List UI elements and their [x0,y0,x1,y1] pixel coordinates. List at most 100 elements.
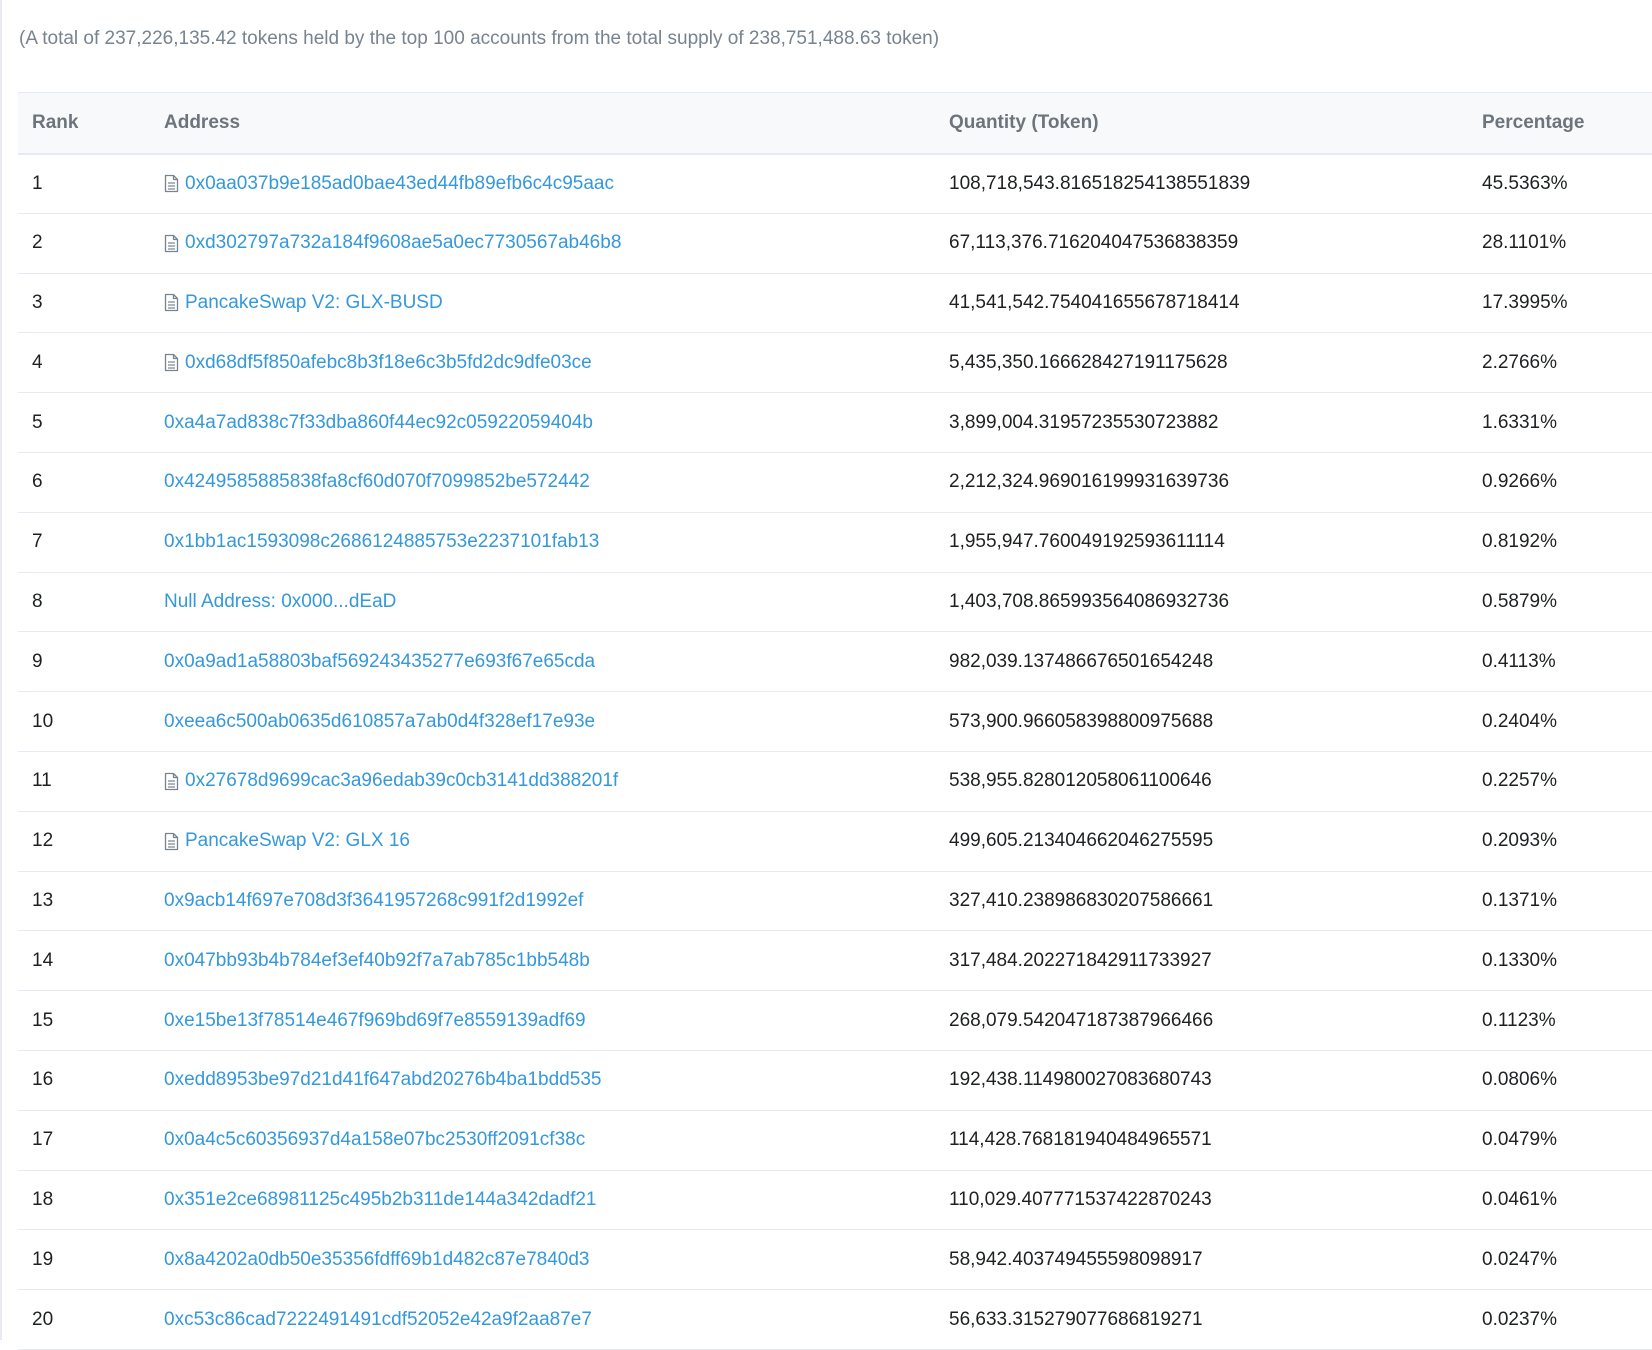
quantity-cell: 3,899,004.31957235530723882 [935,392,1468,453]
holder-address-link[interactable]: 0x351e2ce68981125c495b2b311de144a342dadf… [164,1189,597,1211]
contract-document-icon [164,294,179,312]
table-body: 1 0x0aa037b9e185ad0bae43ed44fb89efb6c4c95… [18,153,1652,1350]
rank-cell: 17 [18,1110,150,1171]
holder-address-link[interactable]: 0xd68df5f850afebc8b3f18e6c3b5fd2dc9dfe03… [185,352,592,374]
percentage-cell: 0.1123% [1468,990,1652,1051]
address-cell: Null Address: 0x000...dEaD [150,572,935,633]
address-cell: 0x27678d9699cac3a96edab39c0cb3141dd38820… [150,751,935,812]
contract-document-icon [164,772,179,791]
percentage-cell: 2.2766% [1468,332,1652,394]
percentage-cell: 0.1330% [1468,930,1652,992]
quantity-cell: 67,113,376.716204047536838359 [935,213,1468,274]
percentage-cell: 28.1101% [1468,213,1652,274]
holder-address-link[interactable]: 0x9acb14f697e708d3f3641957268c991f2d1992… [164,890,583,912]
contract-document-icon [164,354,179,372]
holder-address-link[interactable]: 0xd302797a732a184f9608ae5a0ec7730567ab46… [185,232,621,254]
address-wrapper: 0x0a9ad1a58803baf569243435277e693f67e65c… [164,651,935,673]
table-row: 13 0x9acb14f697e708d3f3641957268c991f2d19… [18,871,1652,932]
rank-cell: 2 [18,213,150,274]
address-wrapper: Null Address: 0x000...dEaD [164,591,935,613]
rank-cell: 8 [18,572,150,633]
holder-address-link[interactable]: 0xc53c86cad7222491491cdf52052e42a9f2aa87… [164,1309,592,1331]
quantity-cell: 499,605.213404662046275595 [935,811,1468,872]
table-row: 7 0x1bb1ac1593098c2686124885753e2237101fa… [18,512,1652,573]
address-wrapper: 0xd302797a732a184f9608ae5a0ec7730567ab46… [164,232,935,254]
table-row: 10 0xeea6c500ab0635d610857a7ab0d4f328ef17… [18,691,1652,752]
page-left-border [0,0,2,1340]
percentage-cell: 0.2093% [1468,811,1652,872]
address-cell: 0x1bb1ac1593098c2686124885753e2237101fab… [150,512,935,573]
quantity-column-header: Quantity (Token) [935,92,1468,155]
percentage-cell: 0.0247% [1468,1229,1652,1291]
holder-address-link[interactable]: PancakeSwap V2: GLX-BUSD [185,292,443,314]
quantity-cell: 573,900.966058398800975688 [935,691,1468,752]
rank-cell: 20 [18,1289,150,1350]
percentage-column-header: Percentage [1468,92,1652,155]
table-row: 12 PancakeSwap V2: GLX 16 499,605.21340466… [18,811,1652,872]
holder-address-link[interactable]: 0xe15be13f78514e467f969bd69f7e8559139adf… [164,1010,586,1032]
table-row: 14 0x047bb93b4b784ef3ef40b92f7a7ab785c1bb… [18,930,1652,992]
holder-address-link[interactable]: 0x27678d9699cac3a96edab39c0cb3141dd38820… [185,770,618,792]
holder-address-link[interactable]: 0xedd8953be97d21d41f647abd20276b4ba1bdd5… [164,1069,601,1091]
quantity-cell: 268,079.542047187387966466 [935,990,1468,1051]
table-row: 6 0x4249585885838fa8cf60d070f7099852be572… [18,452,1652,513]
table-row: 3 PancakeSwap V2: GLX-BUSD 41,541,542.7540… [18,273,1652,334]
percentage-cell: 0.0461% [1468,1170,1652,1231]
holder-address-link[interactable]: 0x0aa037b9e185ad0bae43ed44fb89efb6c4c95a… [185,173,614,195]
percentage-cell: 0.5879% [1468,572,1652,633]
percentage-cell: 45.5363% [1468,153,1652,214]
holder-address-link[interactable]: PancakeSwap V2: GLX 16 [185,830,410,852]
holder-address-link[interactable]: 0x1bb1ac1593098c2686124885753e2237101fab… [164,531,599,553]
address-cell: 0x047bb93b4b784ef3ef40b92f7a7ab785c1bb54… [150,930,935,992]
address-cell: 0x9acb14f697e708d3f3641957268c991f2d1992… [150,871,935,932]
table-row: 5 0xa4a7ad838c7f33dba860f44ec92c059220594… [18,392,1652,453]
holder-address-link[interactable]: 0x8a4202a0db50e35356fdff69b1d482c87e7840… [164,1249,589,1271]
table-row: 2 0xd302797a732a184f9608ae5a0ec7730567ab4… [18,213,1652,274]
address-cell: 0xeea6c500ab0635d610857a7ab0d4f328ef17e9… [150,691,935,752]
percentage-cell: 17.3995% [1468,273,1652,334]
rank-cell: 5 [18,392,150,453]
rank-cell: 4 [18,332,150,394]
quantity-cell: 108,718,543.816518254138551839 [935,153,1468,214]
address-wrapper: 0x4249585885838fa8cf60d070f7099852be5724… [164,471,935,493]
address-cell: 0x351e2ce68981125c495b2b311de144a342dadf… [150,1170,935,1231]
address-wrapper: 0xe15be13f78514e467f969bd69f7e8559139adf… [164,1010,935,1032]
percentage-cell: 0.2257% [1468,751,1652,812]
table-row: 9 0x0a9ad1a58803baf569243435277e693f67e65… [18,631,1652,693]
quantity-cell: 41,541,542.754041655678718414 [935,273,1468,334]
table-row: 20 0xc53c86cad7222491491cdf52052e42a9f2aa… [18,1289,1652,1350]
address-cell: 0xd302797a732a184f9608ae5a0ec7730567ab46… [150,213,935,274]
rank-cell: 13 [18,871,150,932]
rank-cell: 9 [18,631,150,693]
holder-address-link[interactable]: 0x0a4c5c60356937d4a158e07bc2530ff2091cf3… [164,1129,585,1151]
table-row: 17 0x0a4c5c60356937d4a158e07bc2530ff2091c… [18,1110,1652,1171]
address-wrapper: PancakeSwap V2: GLX-BUSD [164,292,935,314]
address-wrapper: PancakeSwap V2: GLX 16 [164,830,935,852]
address-cell: 0xd68df5f850afebc8b3f18e6c3b5fd2dc9dfe03… [150,332,935,394]
percentage-cell: 0.8192% [1468,512,1652,573]
holder-address-link[interactable]: 0x4249585885838fa8cf60d070f7099852be5724… [164,471,590,493]
table-row: 1 0x0aa037b9e185ad0bae43ed44fb89efb6c4c95… [18,153,1652,214]
rank-cell: 15 [18,990,150,1051]
address-cell: 0xc53c86cad7222491491cdf52052e42a9f2aa87… [150,1289,935,1350]
address-wrapper: 0x0aa037b9e185ad0bae43ed44fb89efb6c4c95a… [164,173,935,195]
quantity-cell: 110,029.407771537422870243 [935,1170,1468,1231]
contract-document-icon [164,234,179,252]
table-row: 16 0xedd8953be97d21d41f647abd20276b4ba1bd… [18,1050,1652,1111]
holder-address-link[interactable]: Null Address: 0x000...dEaD [164,591,396,613]
address-wrapper: 0x1bb1ac1593098c2686124885753e2237101fab… [164,531,935,553]
quantity-cell: 1,955,947.760049192593611114 [935,512,1468,573]
holder-address-link[interactable]: 0x047bb93b4b784ef3ef40b92f7a7ab785c1bb54… [164,950,590,972]
percentage-cell: 1.6331% [1468,392,1652,453]
holder-address-link[interactable]: 0x0a9ad1a58803baf569243435277e693f67e65c… [164,651,595,673]
holder-address-link[interactable]: 0xa4a7ad838c7f33dba860f44ec92c0592205940… [164,412,593,434]
table-row: 8 Null Address: 0x000...dEaD 1,403,708.865… [18,572,1652,633]
address-cell: 0x8a4202a0db50e35356fdff69b1d482c87e7840… [150,1229,935,1291]
address-wrapper: 0xedd8953be97d21d41f647abd20276b4ba1bdd5… [164,1069,935,1091]
rank-cell: 11 [18,751,150,812]
table-header-row: Rank Address Quantity (Token) Percentage [18,92,1652,155]
contract-document-icon [164,174,179,193]
rank-cell: 18 [18,1170,150,1231]
holder-address-link[interactable]: 0xeea6c500ab0635d610857a7ab0d4f328ef17e9… [164,711,595,733]
table-row: 4 0xd68df5f850afebc8b3f18e6c3b5fd2dc9dfe0… [18,332,1652,394]
